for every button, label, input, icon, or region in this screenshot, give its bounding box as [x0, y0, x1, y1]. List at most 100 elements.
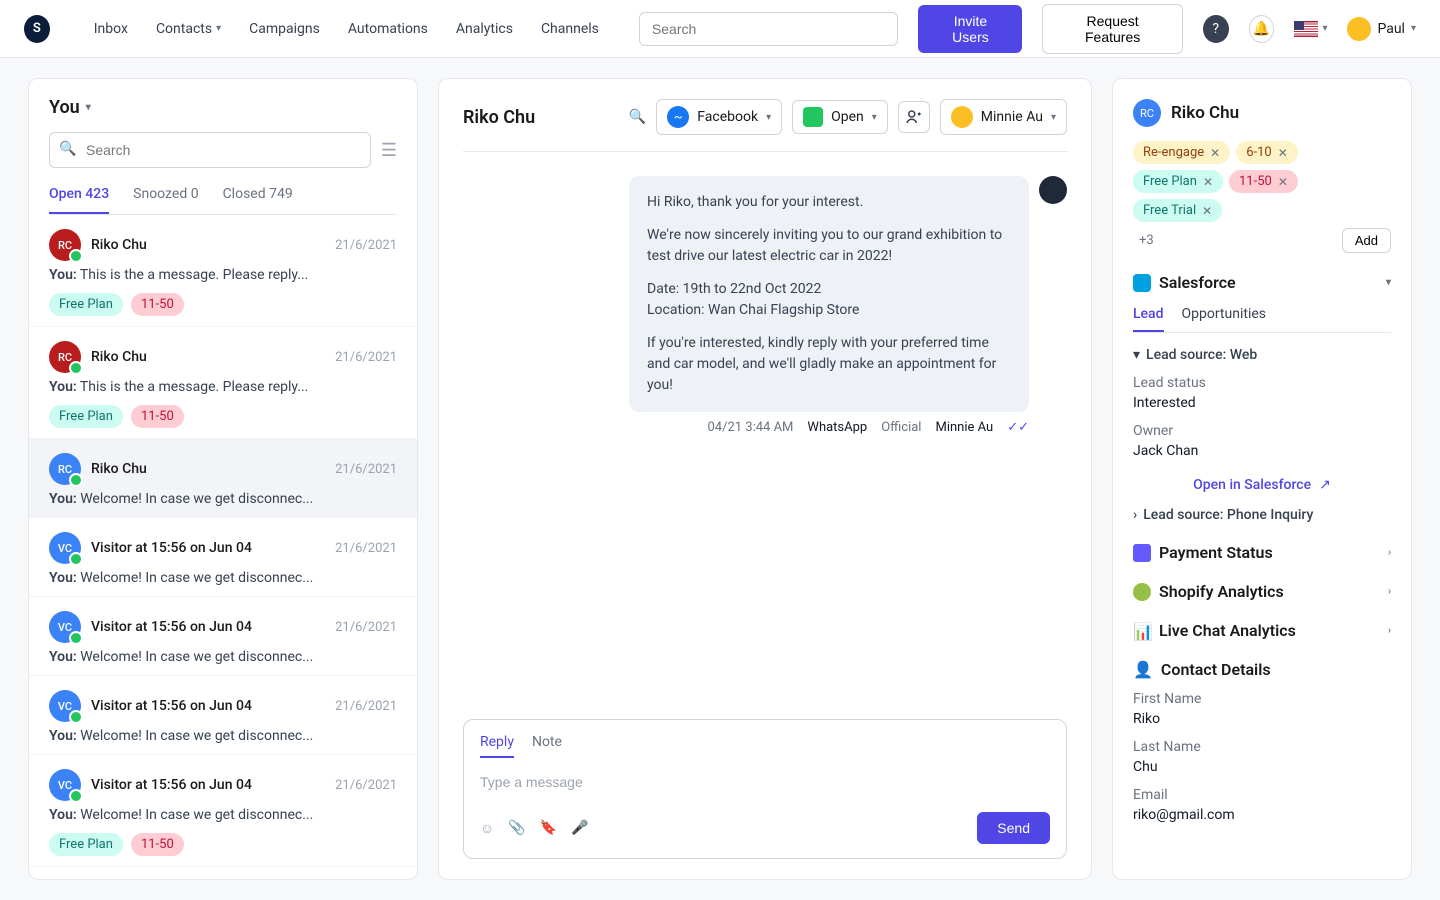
email-value: riko@gmail.com [1133, 807, 1391, 823]
conversation-item[interactable]: RCRiko Chu21/6/2021You: This is the a me… [29, 215, 417, 327]
person-icon: 👤 [1133, 660, 1153, 679]
chart-icon: 📊 [1133, 622, 1151, 640]
tag-chip[interactable]: Free Trial ✕ [1133, 199, 1222, 222]
remove-tag-icon[interactable]: ✕ [1210, 146, 1220, 160]
search-thread-icon[interactable]: 🔍 [629, 109, 646, 125]
tag-chip[interactable]: 6-10 ✕ [1236, 141, 1298, 164]
tag-chip[interactable]: Free Plan ✕ [1133, 170, 1223, 193]
avatar: VC [49, 532, 81, 564]
search-input[interactable] [639, 12, 899, 46]
conversation-item[interactable]: VCVisitor at 15:56 on Jun 0421/6/2021You… [29, 518, 417, 597]
inbox-panel: You▾ 🔍 ☰ Open 423 Snoozed 0 Closed 749 R… [28, 78, 418, 880]
conversation-name: Riko Chu [91, 237, 147, 253]
nav-contacts[interactable]: Contacts▾ [156, 21, 221, 37]
bell-icon[interactable]: 🔔 [1249, 15, 1275, 43]
section-livechat[interactable]: 📊Live Chat Analytics› [1133, 621, 1391, 640]
nav-campaigns[interactable]: Campaigns [249, 21, 320, 37]
external-link-icon: ↗ [1319, 477, 1331, 493]
conversation-item[interactable]: VCVisitor at 15:56 on Jun 0421/6/2021You… [29, 755, 417, 867]
nav-analytics[interactable]: Analytics [456, 21, 513, 37]
avatar: VC [49, 611, 81, 643]
conversation-item[interactable]: VCVisitor at 15:56 on Jun 0421/6/2021You… [29, 597, 417, 676]
facebook-icon: ~ [667, 106, 689, 128]
assignee-selector[interactable]: Minnie Au▾ [940, 99, 1067, 135]
conversation-item[interactable]: RCRiko Chu21/6/2021You: Welcome! In case… [29, 439, 417, 518]
add-tag-button[interactable]: Add [1342, 228, 1391, 253]
tag-chip: Free Plan [49, 833, 123, 856]
tab-closed[interactable]: Closed 749 [223, 186, 293, 214]
section-payment[interactable]: Payment Status› [1133, 543, 1391, 562]
tag-chip[interactable]: Re-engage ✕ [1133, 141, 1230, 164]
shopify-icon [1133, 583, 1151, 601]
tab-note[interactable]: Note [532, 734, 562, 758]
first-name-value: Riko [1133, 711, 1391, 727]
message-bubble: Hi Riko, thank you for your interest. We… [629, 176, 1029, 412]
channel-selector[interactable]: ~ Facebook▾ [656, 99, 782, 135]
logo[interactable]: S [24, 15, 50, 43]
section-salesforce[interactable]: Salesforce ▾ [1133, 273, 1391, 292]
inbox-selector[interactable]: You▾ [49, 97, 397, 118]
nav-automations[interactable]: Automations [348, 21, 428, 37]
assign-icon[interactable] [898, 101, 930, 133]
help-icon[interactable]: ? [1203, 15, 1229, 43]
conversation-item[interactable]: VCVisitor at 15:56 on Jun 0421/6/2021You… [29, 676, 417, 755]
avatar: RC [1133, 99, 1161, 127]
conversation-date: 21/6/2021 [335, 350, 397, 365]
lead-source-phone[interactable]: ›Lead source: Phone Inquiry [1133, 507, 1391, 523]
nav-channels[interactable]: Channels [541, 21, 599, 37]
nav-inbox[interactable]: Inbox [94, 21, 128, 37]
thread-panel: Riko Chu 🔍 ~ Facebook▾ Open▾ Minnie Au▾ [438, 78, 1092, 880]
send-button[interactable]: Send [977, 812, 1050, 844]
tab-open[interactable]: Open 423 [49, 186, 109, 214]
first-name-label: First Name [1133, 691, 1391, 707]
invite-users-button[interactable]: Invite Users [918, 5, 1022, 53]
composer: Reply Note ☺ 📎 🔖 🎤 Send [463, 719, 1067, 859]
lead-source-web[interactable]: ▾Lead source: Web [1133, 347, 1391, 363]
tag-chip[interactable]: 11-50 ✕ [1229, 170, 1298, 193]
open-in-salesforce-link[interactable]: Open in Salesforce↗ [1133, 477, 1391, 493]
filter-icon[interactable]: ☰ [381, 140, 397, 161]
conversation-name: Visitor at 15:56 on Jun 04 [91, 777, 252, 793]
tab-lead[interactable]: Lead [1133, 306, 1164, 332]
avatar: VC [49, 769, 81, 801]
avatar [951, 106, 973, 128]
remove-tag-icon[interactable]: ✕ [1202, 204, 1212, 218]
tag-chip: 11-50 [131, 833, 184, 856]
topbar: S Inbox Contacts▾ Campaigns Automations Anal… [0, 0, 1440, 58]
section-shopify[interactable]: Shopify Analytics› [1133, 582, 1391, 601]
message-input[interactable] [480, 770, 1050, 794]
tab-reply[interactable]: Reply [480, 734, 514, 758]
status-selector[interactable]: Open▾ [792, 100, 888, 134]
request-features-button[interactable]: Request Features [1042, 4, 1182, 54]
tag-chip: 11-50 [131, 293, 184, 316]
thread-title: Riko Chu [463, 107, 535, 128]
bookmark-icon[interactable]: 🔖 [540, 820, 557, 836]
mic-icon[interactable]: 🎤 [571, 820, 588, 836]
last-name-value: Chu [1133, 759, 1391, 775]
section-contact[interactable]: 👤Contact Details [1133, 660, 1391, 679]
conversation-date: 21/6/2021 [335, 462, 397, 477]
tag-chip: Free Plan [49, 293, 123, 316]
conversation-name: Riko Chu [91, 461, 147, 477]
avatar: RC [49, 229, 81, 261]
read-receipt-icon: ✓✓ [1007, 420, 1029, 435]
conversation-date: 21/6/2021 [335, 699, 397, 714]
locale-selector[interactable]: ▾ [1294, 21, 1327, 37]
remove-tag-icon[interactable]: ✕ [1278, 146, 1288, 160]
conversation-date: 21/6/2021 [335, 238, 397, 253]
status-icon [803, 107, 823, 127]
emoji-icon[interactable]: ☺ [480, 820, 494, 837]
more-tags[interactable]: +3 [1133, 229, 1160, 252]
inbox-search-input[interactable] [49, 132, 371, 168]
user-menu[interactable]: Paul ▾ [1347, 17, 1416, 41]
tab-opportunities[interactable]: Opportunities [1182, 306, 1267, 332]
remove-tag-icon[interactable]: ✕ [1203, 175, 1213, 189]
remove-tag-icon[interactable]: ✕ [1278, 175, 1288, 189]
conversation-date: 21/6/2021 [335, 541, 397, 556]
conversation-item[interactable]: RCRiko Chu21/6/2021You: This is the a me… [29, 327, 417, 439]
avatar: VC [49, 690, 81, 722]
tab-snoozed[interactable]: Snoozed 0 [133, 186, 198, 214]
details-panel: RC Riko Chu Re-engage ✕ 6-10 ✕ Free Plan ✕… [1112, 78, 1412, 880]
avatar: RC [49, 341, 81, 373]
attach-icon[interactable]: 📎 [508, 820, 525, 836]
